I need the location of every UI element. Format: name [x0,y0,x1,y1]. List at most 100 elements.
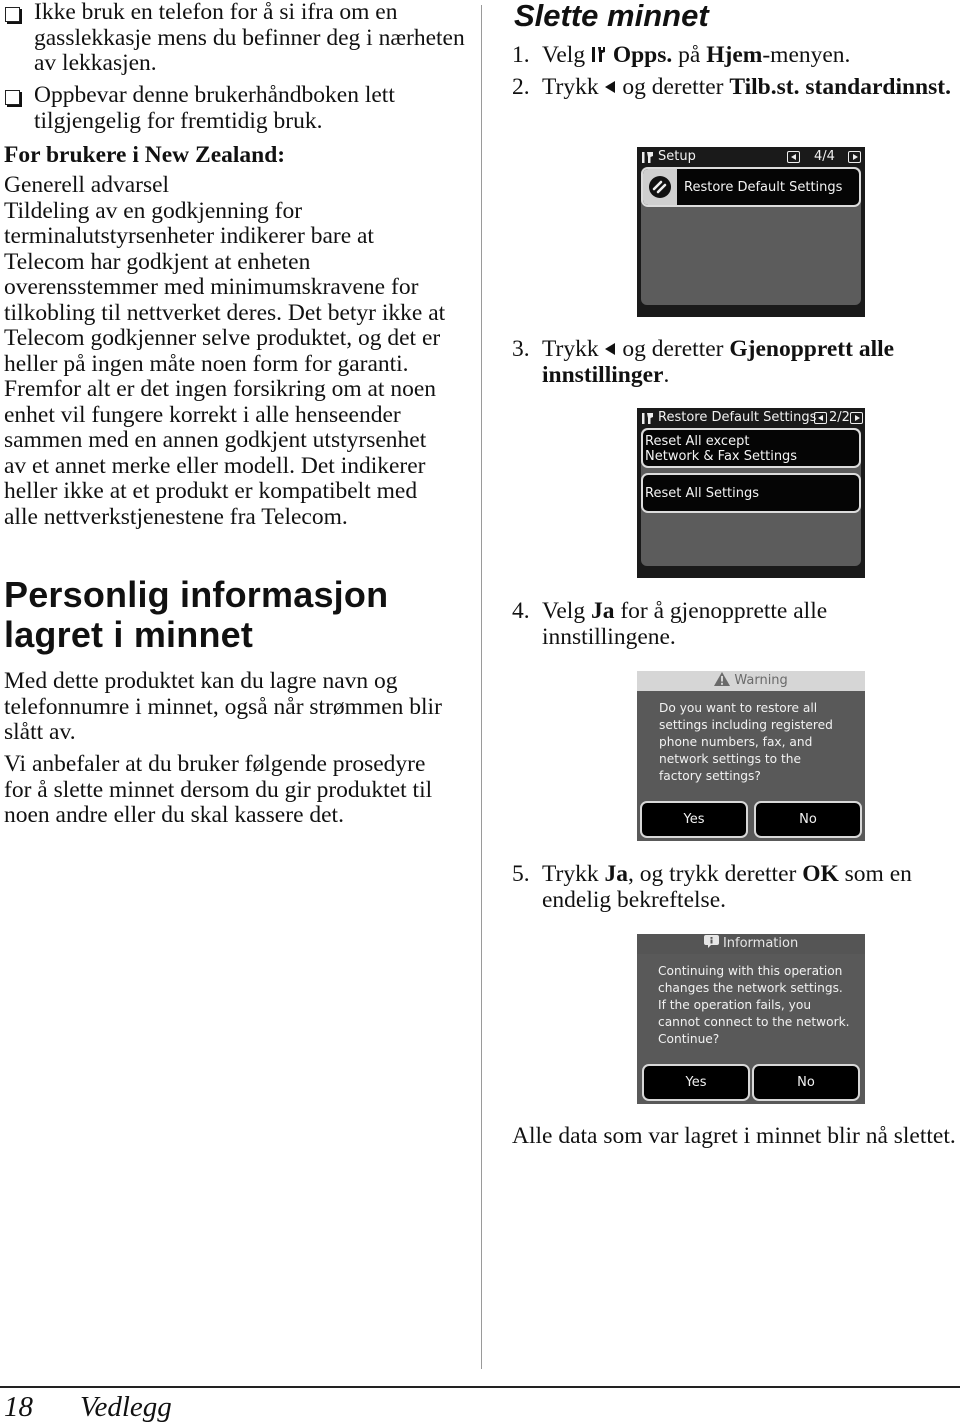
step-text: , og trykk deretter [627,861,803,887]
information-dialog: Information Continuing with this operati… [637,934,865,1104]
closing-text: Alle data som var lagret i minnet blir n… [512,1123,956,1149]
step-text: og deretter [616,336,730,362]
column-divider [481,5,482,1369]
checkbox-bullet-icon [5,7,20,22]
bullet-item: Oppbevar denne brukerhåndboken lett tilg… [4,82,484,134]
reset-all-except-network-fax-item[interactable]: Reset All except Network & Fax Settings [641,428,861,468]
message-line: changes the network settings. [658,981,843,995]
step-3: 3. Trykk og deretter Gjenopprett alle in… [512,336,958,388]
left-arrow-icon [605,343,616,355]
subsection-heading: Slette minnet [514,0,709,33]
section-heading-line1: Personlig informasjon [4,574,389,615]
step-text: Trykk [542,861,605,887]
screen-panel: Restore Default Settings [641,167,861,305]
step-text: og deretter [616,74,730,100]
page-indicator: 2/2 [829,410,850,425]
wrench-setup-icon [642,152,653,163]
step-number: 5. [512,861,530,887]
step-number: 3. [512,336,530,362]
warning-dialog: Warning Do you want to restore all setti… [637,671,865,841]
step-2: 2. Trykk og deretter Tilb.st. standardin… [512,74,958,101]
step-number: 1. [512,42,530,68]
bullet-text: Ikke bruk en telefon for å si ifra om en… [34,0,465,76]
step-text: Velg [542,42,591,68]
step-text: på [672,42,707,68]
next-page-button[interactable] [850,412,863,424]
step-bold: Ja [604,861,628,887]
step-text: Trykk [542,74,605,100]
yes-button[interactable]: Yes [640,801,748,838]
bullet-item: Ikke bruk en telefon for å si ifra om en… [4,0,484,77]
dialog-message: Continuing with this operation changes t… [658,963,857,1048]
item-icon-area [643,169,677,205]
restore-default-settings-item[interactable]: Restore Default Settings [641,167,861,207]
checkbox-bullet-icon [5,90,20,105]
paragraph: Med dette produktet kan du lagre navn og… [4,668,442,745]
warning-icon [714,672,731,686]
nz-subheading: Generell advarsel [4,172,170,198]
message-line: factory settings? [659,769,761,783]
nz-paragraph: Tildeling av en godkjenning for terminal… [4,197,446,530]
next-page-button[interactable] [848,151,861,163]
footer-rule [0,1386,960,1388]
message-line: Do you want to restore all [659,701,818,715]
left-arrow-icon [605,81,616,93]
nz-heading: For brukere i New Zealand: [4,142,286,168]
yes-button[interactable]: Yes [642,1064,750,1101]
nz-body: Generell advarsel Tildeling av en godkje… [4,172,454,530]
message-line: Continue? [658,1032,720,1046]
dialog-message: Do you want to restore all settings incl… [659,700,857,785]
step-bold: Hjem [706,42,763,68]
no-button[interactable]: No [754,801,862,838]
item-label-line2: Network & Fax Settings [645,449,798,464]
wrench-setup-icon [591,47,605,62]
step-text: . [663,361,670,388]
info-icon [703,935,719,948]
step-1: 1. Velg Opps. på Hjem-menyen. [512,42,958,69]
message-line: Continuing with this operation [658,964,843,978]
step-bold: Tilb.st. standardinnst. [729,74,951,100]
message-line: cannot connect to the network. [658,1015,850,1029]
item-label: Restore Default Settings [684,180,843,195]
prev-page-button[interactable] [814,412,827,424]
screen-title: Restore Default Settings [658,410,817,425]
step-bold: Opps. [612,42,673,68]
prev-page-button[interactable] [787,151,800,163]
step-bold: OK [802,861,839,887]
lcd-screen-setup: Setup 4/4 Restore Default Settings [637,147,865,317]
screen-panel: Reset All except Network & Fax Settings … [641,428,861,566]
section-heading-line2: lagret i minnet [4,614,254,655]
footer-section: Vedlegg [80,1391,172,1423]
message-line: phone numbers, fax, and [659,735,813,749]
step-bold: Ja [590,598,615,624]
step-5: 5. Trykk Ja, og trykk deretter OK som en… [512,861,958,913]
dialog-title: Warning [734,673,788,688]
step-number: 4. [512,598,530,624]
section-heading: Personlig informasjon lagret i minnet [4,575,388,655]
reset-all-settings-item[interactable]: Reset All Settings [641,473,861,513]
screen-title-bar: Restore Default Settings 2/2 [637,408,865,428]
dialog-title: Information [722,936,799,951]
step-number: 2. [512,74,530,100]
message-line: network settings to the [659,752,801,766]
item-label: Reset All Settings [645,486,760,501]
screen-title: Setup [658,149,696,164]
no-button[interactable]: No [752,1064,860,1101]
dialog-title-bar: Information [637,934,865,954]
step-text: Velg [542,598,591,624]
screen-title-bar: Setup 4/4 [637,147,865,167]
step-text: Trykk [542,336,605,362]
step-text: -menyen. [762,42,851,68]
page-number: 18 [4,1391,33,1423]
message-line: settings including registered [659,718,833,732]
wrench-setup-icon [642,413,653,424]
step-4: 4. Velg Ja for å gjenopprette alle innst… [512,598,958,650]
bullet-text: Oppbevar denne brukerhåndboken lett tilg… [34,82,395,134]
message-line: If the operation fails, you [658,998,812,1012]
dialog-title-bar: Warning [637,671,865,691]
item-label-line1: Reset All except [645,434,750,449]
paragraph: Vi anbefaler at du bruker følgende prose… [4,751,433,828]
page-indicator: 4/4 [814,149,835,164]
lcd-screen-restore-defaults: Restore Default Settings 2/2 Reset All e… [637,408,865,578]
restore-icon [649,176,671,198]
